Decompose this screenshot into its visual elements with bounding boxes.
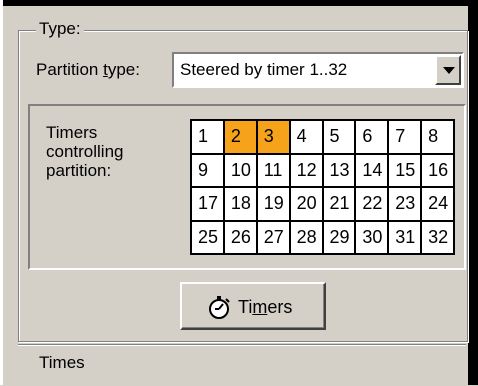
dropdown-button[interactable]	[435, 55, 461, 85]
timer-cell-7[interactable]: 7	[389, 121, 421, 153]
timers-button-label: Timers	[238, 297, 293, 317]
timers-button[interactable]: Timers	[180, 282, 326, 330]
timer-cell-1[interactable]: 1	[192, 121, 223, 153]
timer-cell-15[interactable]: 15	[389, 154, 421, 186]
timer-cell-12[interactable]: 12	[290, 154, 322, 186]
timer-cell-16[interactable]: 16	[422, 154, 453, 186]
timer-cell-14[interactable]: 14	[356, 154, 388, 186]
timer-cell-2[interactable]: 2	[224, 121, 256, 153]
timer-cell-28[interactable]: 28	[290, 221, 322, 253]
stopwatch-icon	[209, 296, 230, 319]
timer-cell-31[interactable]: 31	[389, 221, 421, 253]
timer-cell-13[interactable]: 13	[323, 154, 355, 186]
timer-cell-30[interactable]: 30	[356, 221, 388, 253]
timer-cell-29[interactable]: 29	[323, 221, 355, 253]
timer-cell-4[interactable]: 4	[290, 121, 322, 153]
timers-controlling-label: Timers controlling partition:	[46, 123, 124, 180]
timer-cell-19[interactable]: 19	[257, 188, 289, 220]
timer-cell-6[interactable]: 6	[356, 121, 388, 153]
timer-cell-20[interactable]: 20	[290, 188, 322, 220]
timer-grid: 1 2 3 4 5 6 7 8 9 10 11 12 13 14 15 16 17 18 19 20 21 22 23 24 2…	[190, 119, 455, 255]
timer-cell-25[interactable]: 25	[192, 221, 223, 253]
chevron-down-icon	[443, 67, 455, 74]
timer-cell-24[interactable]: 24	[422, 188, 453, 220]
timer-cell-3[interactable]: 3	[257, 121, 289, 153]
timer-cell-18[interactable]: 18	[224, 188, 256, 220]
top-border	[0, 0, 478, 6]
timer-cell-9[interactable]: 9	[192, 154, 223, 186]
type-group-legend: Type:	[36, 20, 84, 38]
timer-cell-21[interactable]: 21	[323, 188, 355, 220]
timer-cell-23[interactable]: 23	[389, 188, 421, 220]
times-group-legend: Times	[36, 354, 88, 372]
timer-cell-11[interactable]: 11	[257, 154, 289, 186]
timer-cell-22[interactable]: 22	[356, 188, 388, 220]
timer-cell-10[interactable]: 10	[224, 154, 256, 186]
timer-cell-17[interactable]: 17	[192, 188, 223, 220]
timer-cell-8[interactable]: 8	[422, 121, 453, 153]
right-border	[468, 0, 478, 385]
timer-cell-27[interactable]: 27	[257, 221, 289, 253]
partition-type-label: Partition type:	[36, 60, 140, 79]
partition-type-select[interactable]: Steered by timer 1..32	[172, 52, 464, 88]
timer-cell-26[interactable]: 26	[224, 221, 256, 253]
partition-type-value: Steered by timer 1..32	[180, 60, 348, 79]
left-border	[0, 0, 3, 385]
timer-cell-32[interactable]: 32	[422, 221, 453, 253]
timer-cell-5[interactable]: 5	[323, 121, 355, 153]
